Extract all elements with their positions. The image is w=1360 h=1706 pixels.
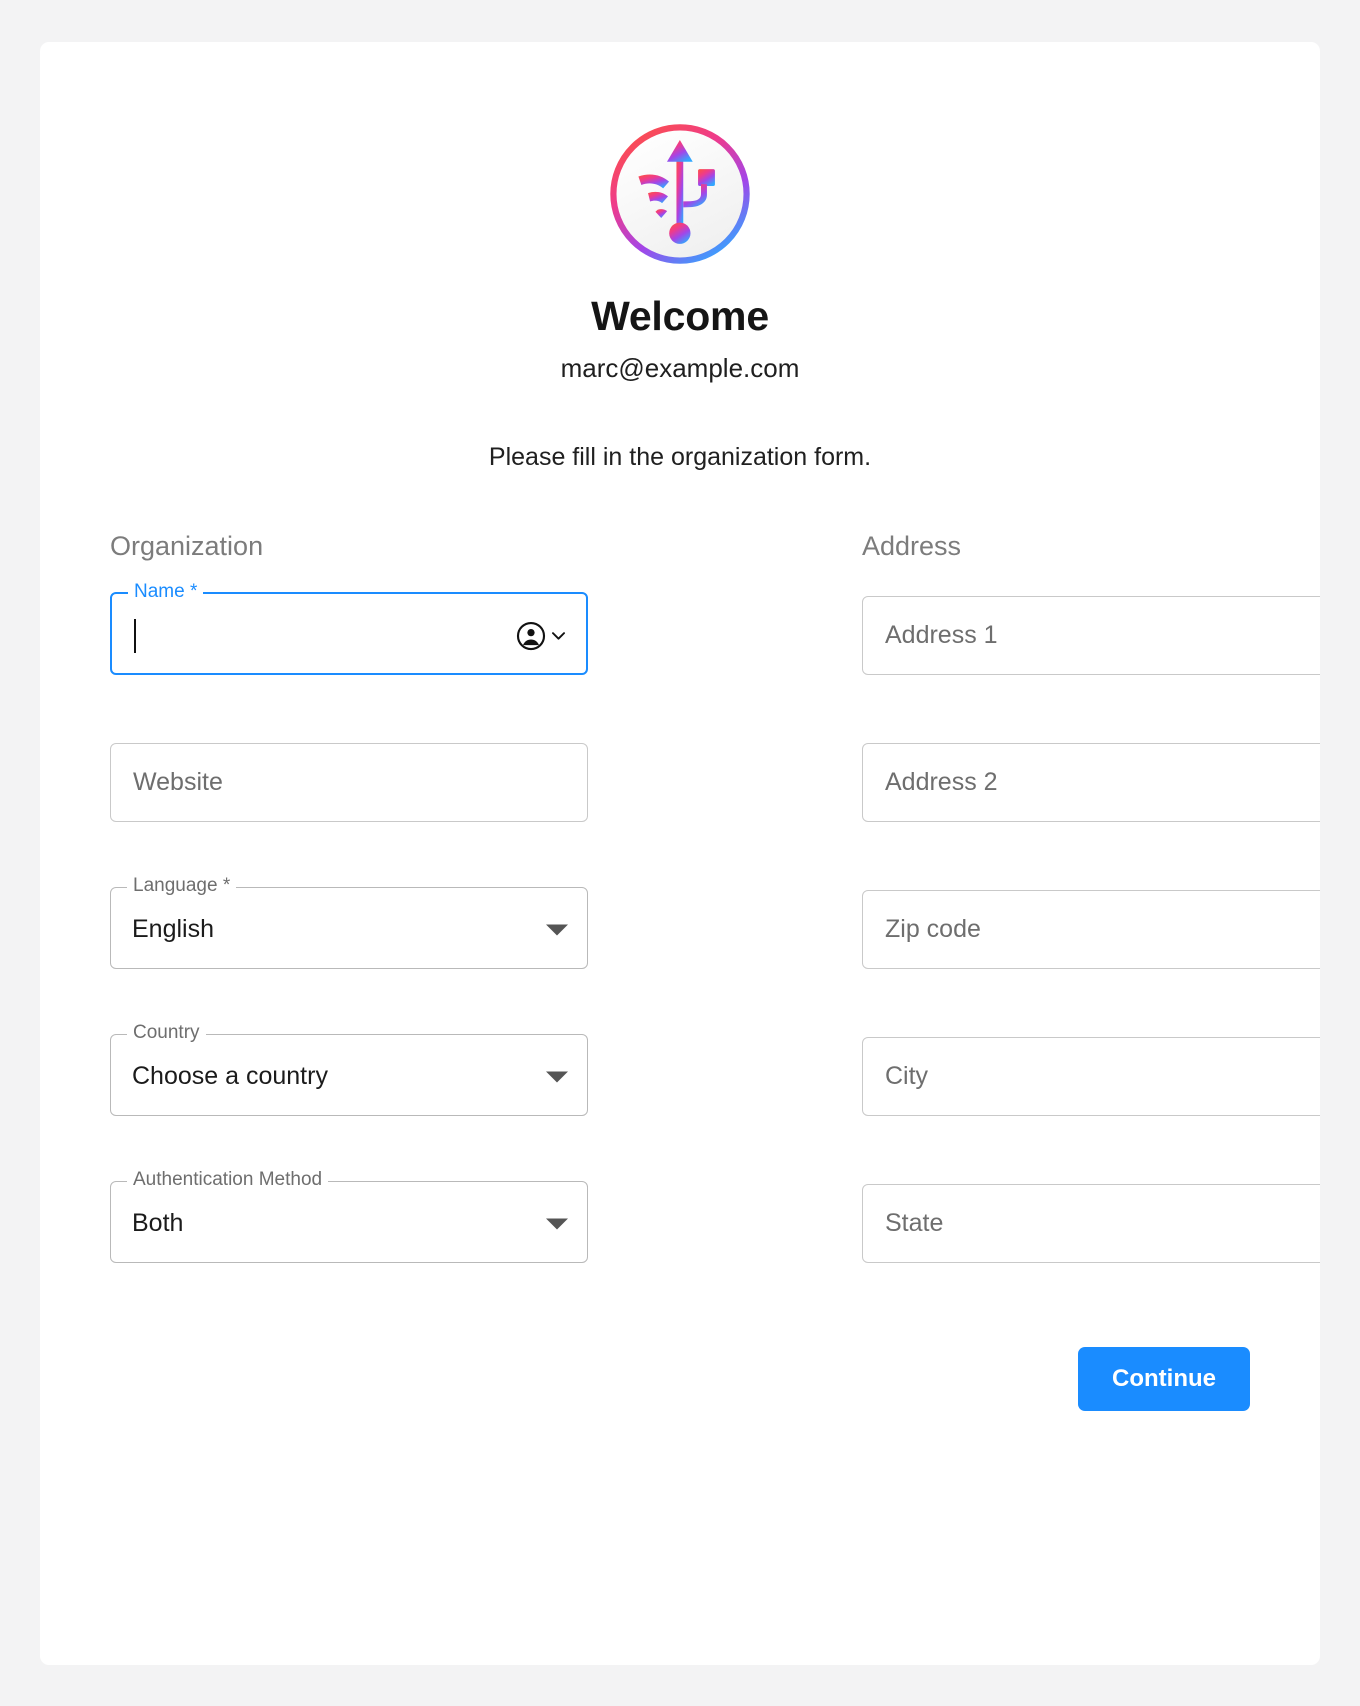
authentication-method-value: Both	[132, 1209, 184, 1238]
zip-code-placeholder: Zip code	[885, 915, 981, 944]
column-spacer	[588, 532, 862, 1263]
section-title-address: Address	[862, 531, 962, 562]
authentication-method-select[interactable]: Both	[110, 1184, 588, 1263]
person-circle-icon[interactable]	[516, 621, 546, 651]
city-input[interactable]: City	[862, 1037, 1320, 1117]
page-background: Welcome marc@example.com Please fill in …	[0, 0, 1360, 1706]
section-title-organization: Organization	[110, 531, 264, 562]
dropdown-arrow-icon[interactable]	[546, 1071, 568, 1083]
country-select[interactable]: Choose a country	[110, 1037, 588, 1116]
address1-input[interactable]: Address 1	[862, 596, 1320, 676]
field-zip-code[interactable]: Zip code	[862, 890, 1320, 970]
address2-input[interactable]: Address 2	[862, 743, 1320, 823]
city-placeholder: City	[885, 1062, 929, 1091]
state-placeholder: State	[885, 1209, 944, 1238]
field-country[interactable]: Country Choose a country	[110, 1023, 588, 1117]
language-select[interactable]: English	[110, 890, 588, 969]
website-input[interactable]: Website	[110, 743, 588, 823]
organization-column: Organization Name * Website Language * E…	[110, 531, 588, 1264]
address2-placeholder: Address 2	[885, 768, 998, 797]
state-input[interactable]: State	[862, 1184, 1320, 1264]
user-email: marc@example.com	[560, 353, 800, 384]
website-placeholder: Website	[133, 768, 223, 797]
imazing-usb-wifi-logo-icon	[610, 124, 750, 264]
dropdown-arrow-icon[interactable]	[546, 924, 568, 936]
language-value: English	[132, 915, 214, 944]
field-state[interactable]: State	[862, 1184, 1320, 1264]
organization-form: Organization Name * Website Language * E…	[40, 531, 1320, 1264]
address1-placeholder: Address 1	[885, 621, 998, 650]
chevron-down-icon[interactable]	[549, 626, 568, 645]
country-dropdown-arrow[interactable]	[546, 1071, 568, 1083]
name-autofill-control[interactable]	[516, 621, 568, 651]
instruction-text: Please fill in the organization form.	[488, 443, 872, 472]
dropdown-arrow-icon[interactable]	[546, 1218, 568, 1230]
field-name[interactable]: Name *	[110, 582, 588, 676]
form-footer: Continue	[40, 1347, 1320, 1412]
logo-container	[40, 42, 1320, 268]
field-address2[interactable]: Address 2	[862, 743, 1320, 823]
page-title: Welcome	[591, 293, 769, 339]
field-language[interactable]: Language * English	[110, 876, 588, 970]
field-address1[interactable]: Address 1	[862, 596, 1320, 676]
zip-code-input[interactable]: Zip code	[862, 890, 1320, 970]
onboarding-card: Welcome marc@example.com Please fill in …	[40, 42, 1320, 1665]
field-website[interactable]: Website	[110, 743, 588, 823]
continue-button[interactable]: Continue	[1078, 1347, 1250, 1412]
text-caret	[134, 618, 136, 653]
authentication-method-dropdown-arrow[interactable]	[546, 1218, 568, 1230]
field-authentication-method[interactable]: Authentication Method Both	[110, 1170, 588, 1264]
country-value: Choose a country	[132, 1062, 328, 1091]
address-column: Address Address 1 Address 2 Zip code Cit…	[862, 531, 1320, 1264]
language-dropdown-arrow[interactable]	[546, 924, 568, 936]
field-city[interactable]: City	[862, 1037, 1320, 1117]
